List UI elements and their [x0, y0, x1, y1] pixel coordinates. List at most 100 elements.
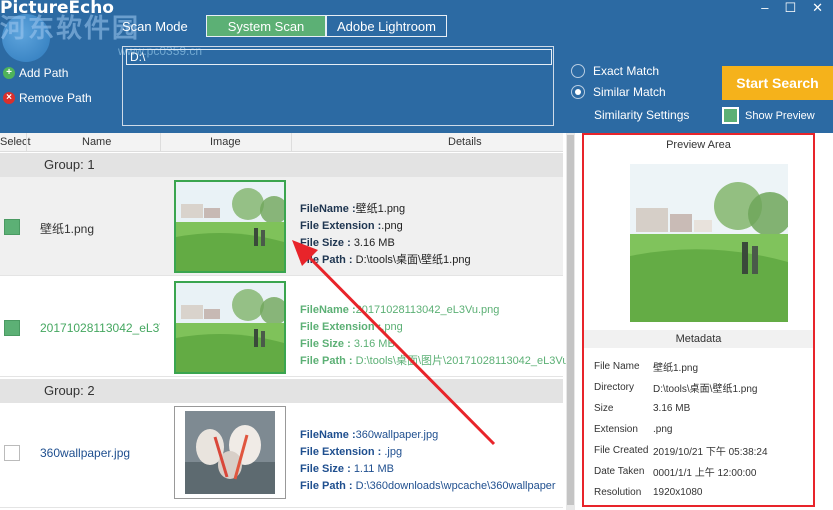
column-divider [291, 133, 292, 152]
metadata-key: Directory [594, 382, 635, 393]
detail-label: FileName : [300, 304, 356, 316]
radio-checked-icon [571, 85, 585, 99]
show-preview-toggle[interactable]: Show Preview [722, 107, 815, 124]
image-thumbnail[interactable] [174, 406, 286, 499]
exact-match-label: Exact Match [593, 64, 660, 78]
exact-match-radio[interactable]: Exact Match [571, 64, 659, 78]
similarity-settings-link[interactable]: Similarity Settings [594, 108, 689, 122]
landscape-image-icon [176, 182, 284, 271]
similar-match-label: Similar Match [593, 85, 666, 99]
scan-path-list[interactable]: D:\ [122, 46, 554, 126]
file-details: FileName :壁纸1.png File Extension :.png F… [300, 201, 471, 269]
detail-value: .jpg [384, 446, 403, 458]
plus-icon: + [3, 67, 15, 79]
metadata-table: File Name 壁纸1.png Directory D:\tools\桌面\壁纸… [594, 356, 768, 503]
metadata-value: 3.16 MB [653, 403, 691, 414]
file-details: FileName :20171028113042_eL3Vu.png File … [300, 302, 575, 370]
maximize-icon[interactable]: ☐ [784, 0, 796, 16]
row-file-name: 20171028113042_eL3V [40, 321, 160, 335]
detail-value: 3.16 MB [353, 338, 395, 350]
metadata-row: Date Taken 0001/1/1 上午 12:00:00 [594, 461, 768, 482]
scrollbar-thumb[interactable] [567, 135, 574, 505]
scan-path-item[interactable]: D:\ [126, 49, 552, 65]
metadata-key: File Created [594, 445, 649, 456]
landscape-image-icon [630, 164, 788, 322]
scan-mode-label: Scan Mode [122, 19, 188, 34]
window-controls: – ☐ ✕ [761, 0, 823, 16]
detail-value: D:\tools\桌面\图片\20171028113042_eL3Vu.png [355, 355, 575, 367]
detail-value: D:\360downloads\wpcache\360wallpaper [355, 480, 556, 492]
column-divider [160, 133, 161, 152]
detail-value: 20171028113042_eL3Vu.png [355, 304, 500, 316]
pelican-image-icon [185, 411, 275, 494]
row-checkbox[interactable] [4, 219, 20, 235]
table-row[interactable]: 360wallpaper.jpg FileName :360wallpaper.… [0, 403, 563, 508]
detail-value: D:\tools\桌面\壁纸1.png [355, 254, 471, 266]
row-file-name: 360wallpaper.jpg [40, 446, 131, 460]
detail-value: .png [381, 321, 403, 333]
metadata-value: D:\tools\桌面\壁纸1.png [653, 384, 758, 395]
close-icon[interactable]: ✕ [812, 0, 823, 16]
detail-value: 3.16 MB [353, 237, 395, 249]
remove-path-button[interactable]: × Remove Path [3, 91, 92, 105]
add-path-button[interactable]: + Add Path [3, 66, 68, 80]
detail-label: File Size : [300, 463, 351, 475]
column-details[interactable]: Details [448, 136, 482, 148]
file-details: FileName :360wallpaper.jpg File Extensio… [300, 427, 556, 495]
detail-value: .png [381, 220, 403, 232]
metadata-value: 1920x1080 [653, 487, 703, 498]
top-bar: 河东软件园 www.pc0359.cn PictureEcho – ☐ ✕ Sc… [0, 0, 833, 133]
metadata-row: File Name 壁纸1.png [594, 356, 768, 377]
metadata-row: Extension .png [594, 419, 768, 440]
metadata-row: File Created 2019/10/21 下午 05:38:24 [594, 440, 768, 461]
column-divider [26, 133, 27, 152]
metadata-row: Resolution 1920x1080 [594, 482, 768, 503]
remove-path-label: Remove Path [19, 91, 92, 105]
metadata-key: Date Taken [594, 466, 645, 477]
group-header-2: Group: 2 [0, 379, 563, 403]
metadata-key: File Name [594, 361, 640, 372]
show-preview-checkbox[interactable] [722, 107, 739, 124]
detail-label: File Size : [300, 338, 351, 350]
metadata-row: Directory D:\tools\桌面\壁纸1.png [594, 377, 768, 398]
metadata-value: .png [653, 424, 673, 435]
detail-label: FileName : [300, 203, 356, 215]
detail-label: File Extension : [300, 446, 382, 458]
detail-value: 壁纸1.png [355, 203, 406, 215]
landscape-image-icon [176, 283, 284, 372]
image-thumbnail[interactable] [174, 180, 286, 273]
app-title: PictureEcho [0, 0, 114, 18]
column-name[interactable]: Name [82, 136, 111, 148]
similar-match-radio[interactable]: Similar Match [571, 85, 666, 99]
table-row[interactable]: 20171028113042_eL3V FileName :2017102811… [0, 278, 575, 377]
table-row[interactable]: 壁纸1.png FileName :壁纸1.png File Extension… [0, 177, 563, 276]
metadata-key: Extension [594, 424, 638, 435]
detail-label: File Extension : [300, 220, 382, 232]
results-list: Select Name Image Details Group: 1 壁纸1.p… [0, 133, 575, 510]
preview-panel: Preview Area Metadata File Name 壁纸1.png D… [582, 133, 815, 507]
results-scrollbar[interactable] [566, 133, 575, 510]
column-header: Select Name Image Details [0, 133, 563, 152]
tab-adobe-lightroom[interactable]: Adobe Lightroom [326, 15, 447, 37]
show-preview-label: Show Preview [745, 109, 815, 122]
detail-value: 360wallpaper.jpg [355, 429, 439, 441]
row-checkbox[interactable] [4, 445, 20, 461]
metadata-value: 0001/1/1 上午 12:00:00 [653, 468, 757, 479]
add-path-label: Add Path [19, 66, 69, 80]
column-image[interactable]: Image [210, 136, 241, 148]
detail-label: File Path : [300, 355, 353, 367]
detail-label: File Path : [300, 254, 353, 266]
minimize-icon[interactable]: – [761, 0, 768, 16]
start-search-button[interactable]: Start Search [722, 66, 833, 100]
metadata-value: 2019/10/21 下午 05:38:24 [653, 447, 768, 458]
metadata-key: Resolution [594, 487, 642, 498]
tab-system-scan[interactable]: System Scan [206, 15, 326, 37]
remove-icon: × [3, 92, 15, 104]
row-checkbox[interactable] [4, 320, 20, 336]
image-thumbnail[interactable] [174, 281, 286, 374]
metadata-key: Size [594, 403, 614, 414]
metadata-row: Size 3.16 MB [594, 398, 768, 419]
detail-label: File Path : [300, 480, 353, 492]
preview-image [630, 164, 788, 322]
group-header-1: Group: 1 [0, 153, 563, 177]
